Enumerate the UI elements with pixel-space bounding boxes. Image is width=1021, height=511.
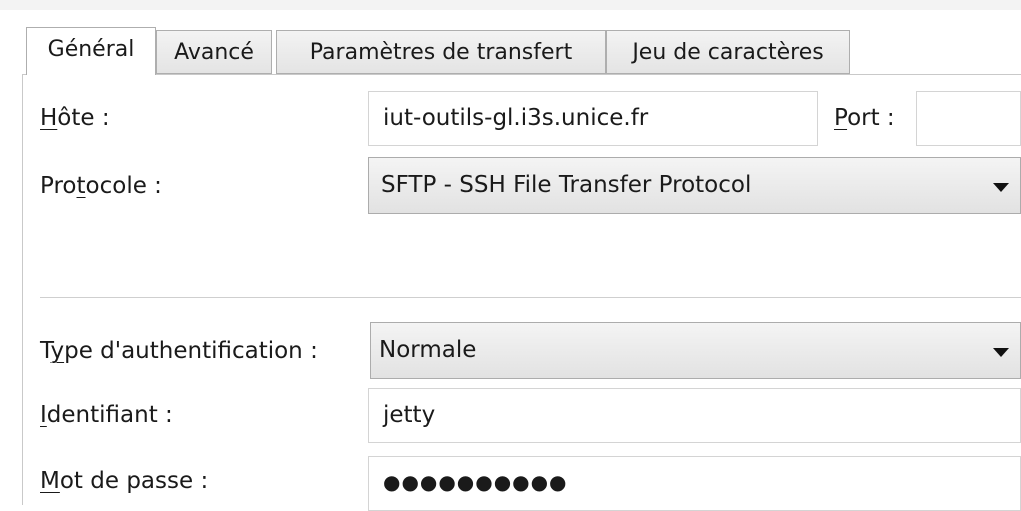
username-label: Identifiant :	[40, 402, 173, 428]
port-label: Port :	[834, 105, 895, 131]
auth-type-select[interactable]: Normale	[370, 322, 1021, 379]
tab-advanced-label: Avancé	[174, 40, 254, 65]
host-label: Hôte :	[40, 105, 110, 131]
protocol-select-value: SFTP - SSH File Transfer Protocol	[381, 172, 752, 198]
host-input[interactable]: iut-outils-gl.i3s.unice.fr	[368, 91, 818, 146]
host-input-value: iut-outils-gl.i3s.unice.fr	[383, 105, 649, 131]
chevron-down-icon	[993, 183, 1009, 192]
password-input-value: ●●●●●●●●●●	[383, 470, 568, 494]
tab-charset-label: Jeu de caractères	[632, 40, 824, 65]
window-top-strip	[0, 0, 1021, 10]
protocol-label: Protocole :	[40, 173, 162, 199]
auth-type-label: Type d'authentification :	[40, 338, 318, 364]
chevron-down-icon	[993, 348, 1009, 357]
section-divider	[40, 297, 1021, 298]
tab-charset[interactable]: Jeu de caractères	[606, 30, 850, 74]
protocol-select[interactable]: SFTP - SSH File Transfer Protocol	[368, 157, 1021, 214]
password-label: Mot de passe :	[40, 468, 209, 494]
tab-advanced[interactable]: Avancé	[156, 30, 272, 74]
tab-transfer-settings-label: Paramètres de transfert	[309, 40, 573, 65]
site-manager-general-panel: Général Avancé Paramètres de transfert J…	[0, 0, 1021, 511]
tab-general-label: Général	[47, 37, 135, 62]
username-input-value: jetty	[383, 402, 436, 428]
username-input[interactable]: jetty	[368, 388, 1021, 443]
password-input[interactable]: ●●●●●●●●●●	[368, 456, 1021, 511]
port-input[interactable]	[916, 91, 1021, 146]
auth-type-select-value: Normale	[379, 337, 477, 363]
tab-general[interactable]: Général	[26, 27, 156, 75]
tab-transfer-settings[interactable]: Paramètres de transfert	[276, 30, 606, 74]
